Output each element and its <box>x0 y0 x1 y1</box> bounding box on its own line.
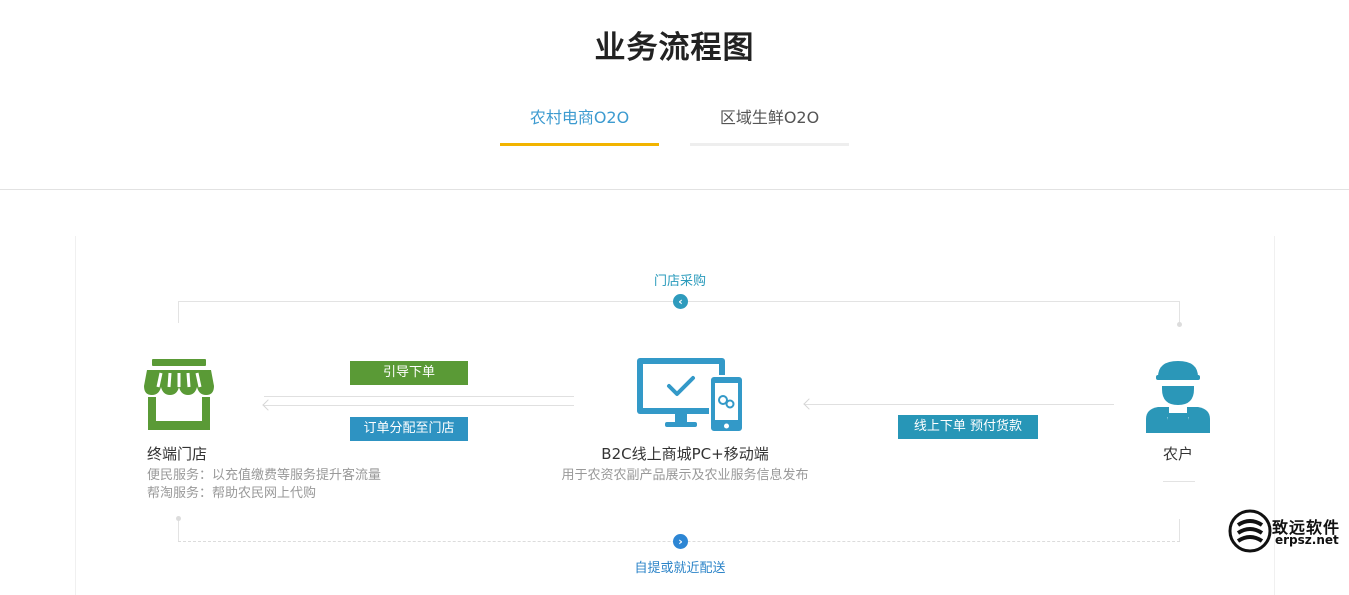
chevron-left-icon[interactable]: ‹ <box>673 294 688 309</box>
top-route-end-dot <box>1177 322 1182 327</box>
online-order-arrow <box>804 404 1114 405</box>
watermark-logo-icon <box>1228 509 1272 553</box>
tab-label: 农村电商O2O <box>529 108 630 127</box>
store-title: 终端门店 <box>147 445 208 463</box>
guide-order-arrow <box>264 396 574 397</box>
storefront-icon <box>144 359 214 430</box>
header-divider <box>0 189 1349 190</box>
tab-label: 区域生鲜O2O <box>719 108 820 127</box>
assign-order-arrow <box>264 405 574 406</box>
mall-title: B2C线上商城PC+移动端 <box>601 445 769 463</box>
chevron-right-icon[interactable]: › <box>673 534 688 549</box>
farmer-title: 农户 <box>1163 445 1194 463</box>
top-route-left-drop <box>178 301 179 323</box>
watermark-url: erpsz.net <box>1275 533 1339 547</box>
online-order-tag: 线上下单 预付货款 <box>898 415 1038 439</box>
bottom-route-left-rise <box>178 519 179 541</box>
store-desc-2: 帮淘服务：帮助农民网上代购 <box>147 486 317 501</box>
guide-order-tag: 引导下单 <box>350 361 468 385</box>
tab-rural-ecommerce[interactable]: 农村电商O2O <box>500 106 659 146</box>
page: 业务流程图 农村电商O2O 区域生鲜O2O ‹ 门店采购 › 自提或就近配送 终… <box>0 0 1349 595</box>
bottom-route-right-rise <box>1179 519 1180 541</box>
top-route-right-drop <box>1179 301 1180 323</box>
page-title: 业务流程图 <box>594 30 755 66</box>
store-desc-1: 便民服务：以充值缴费等服务提升客流量 <box>147 468 382 483</box>
tab-regional-fresh[interactable]: 区域生鲜O2O <box>690 106 849 146</box>
mall-desc: 用于农资农副产品展示及农业服务信息发布 <box>561 468 809 483</box>
bottom-route-start-dot <box>176 516 181 521</box>
tab-active-underline <box>500 143 659 146</box>
tab-underline <box>690 143 849 146</box>
farmer-icon <box>1146 361 1210 433</box>
bottom-route-label: 自提或就近配送 <box>634 561 726 576</box>
assign-order-tag: 订单分配至门店 <box>350 417 468 441</box>
farmer-underline <box>1163 481 1195 482</box>
monitor-phone-icon <box>637 358 744 432</box>
top-route-label: 门店采购 <box>653 274 706 289</box>
